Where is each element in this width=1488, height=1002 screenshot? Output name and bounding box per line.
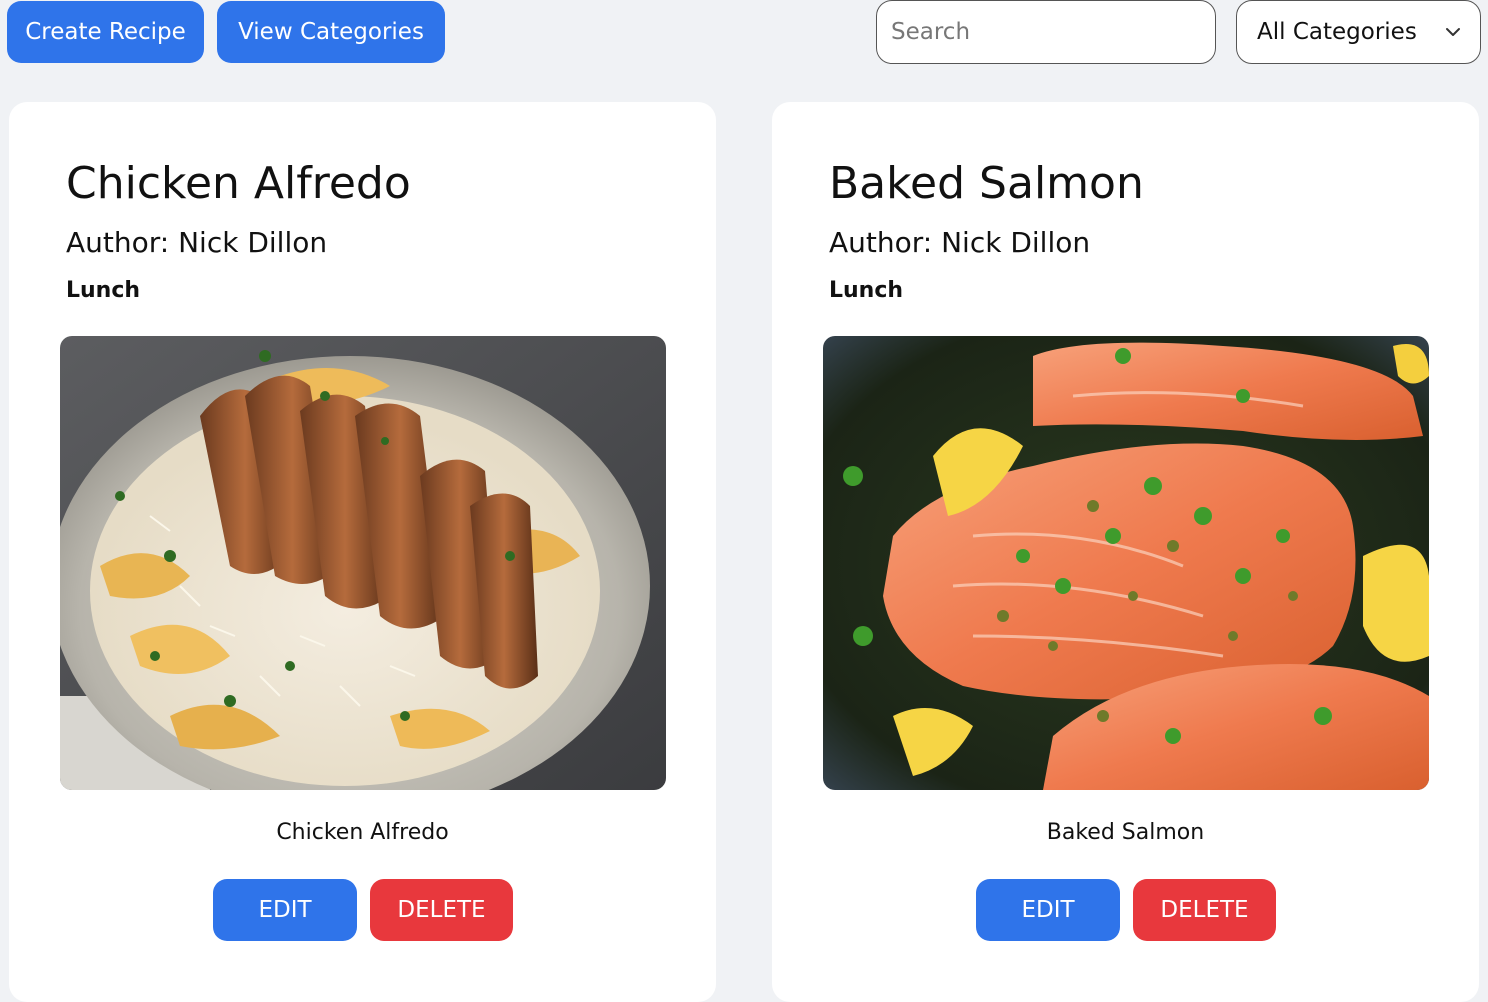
recipe-category: Lunch bbox=[829, 278, 904, 303]
recipe-author: Author: Nick Dillon bbox=[66, 226, 328, 259]
top-toolbar: Create Recipe View Categories All Catego… bbox=[0, 0, 1488, 70]
category-filter-selected-value: All Categories bbox=[1257, 19, 1417, 45]
edit-button[interactable]: EDIT bbox=[976, 879, 1120, 941]
delete-button[interactable]: DELETE bbox=[1133, 879, 1276, 941]
recipe-image-baked-salmon bbox=[823, 336, 1429, 790]
chevron-down-icon bbox=[1446, 28, 1460, 36]
category-filter-select[interactable]: All Categories bbox=[1236, 0, 1481, 64]
recipe-image-caption: Baked Salmon bbox=[1046, 820, 1205, 845]
recipe-card: Baked Salmon Author: Nick Dillon Lunch B… bbox=[772, 102, 1479, 1002]
recipe-category: Lunch bbox=[66, 278, 141, 303]
recipe-card: Chicken Alfredo Author: Nick Dillon Lunc… bbox=[9, 102, 716, 1002]
recipe-image-caption: Chicken Alfredo bbox=[276, 820, 449, 845]
create-recipe-button[interactable]: Create Recipe bbox=[7, 1, 204, 63]
recipe-author: Author: Nick Dillon bbox=[829, 226, 1091, 259]
recipe-image-chicken-alfredo bbox=[60, 336, 666, 790]
edit-button[interactable]: EDIT bbox=[213, 879, 357, 941]
view-categories-button[interactable]: View Categories bbox=[217, 1, 445, 63]
recipe-title: Baked Salmon bbox=[829, 158, 1144, 209]
recipe-title: Chicken Alfredo bbox=[66, 158, 411, 209]
delete-button[interactable]: DELETE bbox=[370, 879, 513, 941]
search-input[interactable] bbox=[876, 0, 1216, 64]
